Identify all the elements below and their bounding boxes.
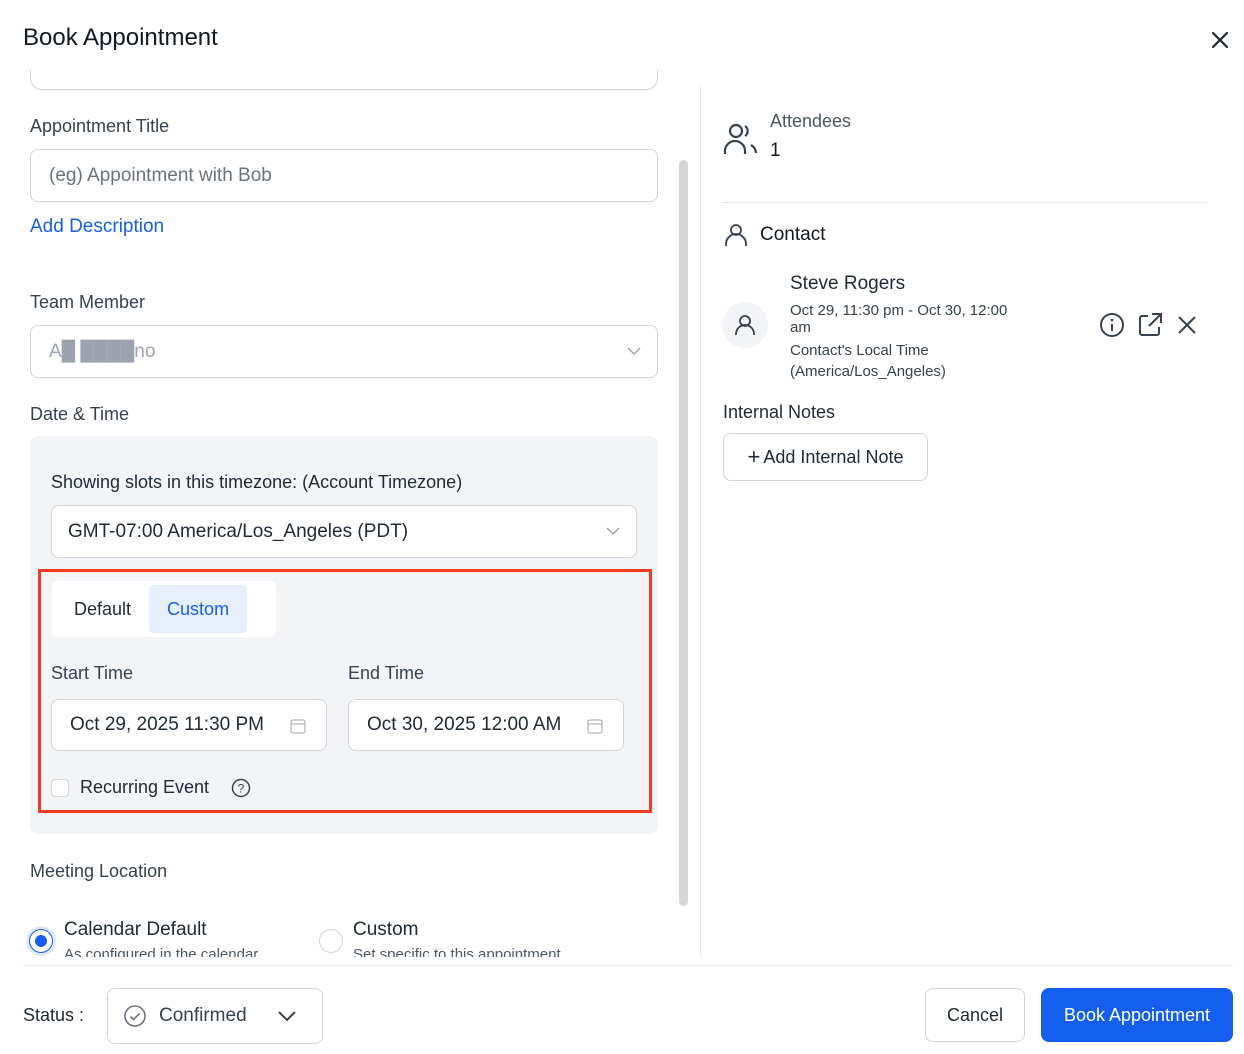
external-link-icon[interactable] (1137, 312, 1163, 338)
status-label: Status : (23, 1005, 85, 1025)
location-options: Calendar Default As configured in the ca… (0, 910, 700, 957)
footer-divider (23, 965, 1233, 966)
chevron-down-icon (627, 346, 641, 355)
calendar-default-label: Calendar Default (64, 919, 207, 940)
previous-field (30, 70, 658, 90)
contact-avatar (722, 302, 768, 348)
appointment-title-input[interactable]: (eg) Appointment with Bob (30, 149, 658, 202)
contact-label: Contact (760, 224, 826, 245)
close-icon[interactable] (1208, 28, 1232, 52)
highlight-box (38, 569, 652, 813)
radio-custom[interactable] (319, 929, 343, 953)
status-select[interactable]: Confirmed (107, 988, 323, 1044)
date-time-label: Date & Time (30, 404, 130, 424)
info-icon[interactable] (1099, 312, 1125, 338)
book-appointment-button[interactable]: Book Appointment (1041, 988, 1233, 1042)
team-member-select[interactable]: A█ ████no (30, 325, 658, 378)
meeting-location-label: Meeting Location (30, 861, 168, 881)
radio-calendar-default[interactable] (29, 929, 53, 953)
team-member-label: Team Member (30, 292, 146, 312)
modal-title: Book Appointment (23, 24, 218, 51)
plus-icon: + (747, 444, 761, 469)
timezone-value: GMT-07:00 America/Los_Angeles (PDT) (68, 520, 409, 542)
attendees-label: Attendees (770, 111, 852, 131)
divider (722, 202, 1207, 203)
add-description-link[interactable]: Add Description (30, 216, 164, 238)
add-internal-note-button[interactable]: + Add Internal Note (723, 433, 928, 481)
attendees-count: 1 (770, 140, 781, 161)
chevron-down-icon (277, 1011, 296, 1022)
cancel-button[interactable]: Cancel (925, 988, 1025, 1042)
calendar-default-sub: As configured in the calendar (64, 946, 259, 957)
contact-icon (725, 224, 747, 246)
contact-time: Oct 29, 11:30 pm - Oct 30, 12:00 am (790, 302, 1008, 336)
user-icon (735, 315, 755, 335)
appointment-title-label: Appointment Title (30, 116, 170, 136)
timezone-select[interactable]: GMT-07:00 America/Los_Angeles (PDT) (51, 505, 637, 558)
custom-sub: Set specific to this appointment (353, 946, 561, 957)
column-divider (700, 85, 701, 957)
custom-label: Custom (353, 919, 419, 940)
timezone-label: Showing slots in this timezone: (Account… (51, 472, 463, 492)
attendees-icon (723, 123, 758, 154)
contact-name[interactable]: Steve Rogers (790, 273, 905, 295)
check-circle-icon (124, 1005, 146, 1027)
chevron-down-icon (606, 526, 620, 535)
scrollbar[interactable] (679, 160, 688, 906)
contact-local-time: Contact's Local Time (America/Los_Angele… (790, 342, 946, 380)
internal-notes-label: Internal Notes (723, 402, 836, 422)
remove-contact-icon[interactable] (1176, 314, 1198, 336)
status-value: Confirmed (159, 1005, 247, 1026)
add-note-label: Add Internal Note (763, 446, 904, 467)
placeholder: (eg) Appointment with Bob (49, 164, 272, 186)
team-member-value: A█ ████no (49, 340, 156, 362)
